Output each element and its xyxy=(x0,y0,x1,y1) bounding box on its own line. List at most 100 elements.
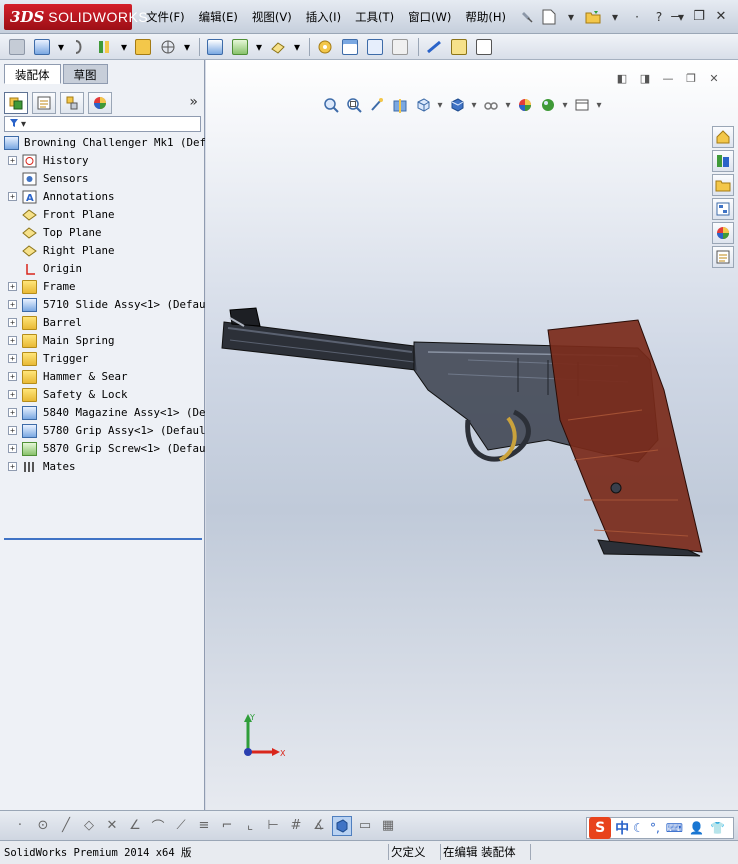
tree-item[interactable]: Sensors xyxy=(0,170,205,188)
propertymanager-icon[interactable] xyxy=(32,92,56,114)
zoom-to-area-icon[interactable] xyxy=(343,96,365,114)
clearance-verification-icon[interactable] xyxy=(448,37,470,57)
trim-icon[interactable]: ✕ xyxy=(102,816,122,836)
view-palette-icon[interactable] xyxy=(712,198,734,220)
dropdown-arrow-icon[interactable]: ▾ xyxy=(503,96,513,114)
graphics-area[interactable]: ◧ ◨ — ❐ ✕ ▾ ▾ ▾ ▾ ▾ Y X xyxy=(206,60,738,810)
expand-toggle-icon[interactable]: + xyxy=(8,318,17,327)
dropdown-arrow-icon[interactable]: ▾ xyxy=(560,6,582,28)
tree-item[interactable]: +5780 Grip Assy<1> (Default) xyxy=(0,422,205,440)
viewport-restore-icon[interactable]: ❐ xyxy=(681,70,701,86)
ime-user-icon[interactable]: 👤 xyxy=(689,821,704,835)
tree-item[interactable]: Top Plane xyxy=(0,224,205,242)
tree-item[interactable]: + Hammer & Sear xyxy=(0,368,205,386)
menu-file[interactable]: 文件(F) xyxy=(146,9,185,25)
grid-icon[interactable]: # xyxy=(286,816,306,836)
expand-toggle-icon[interactable]: + xyxy=(8,390,17,399)
configurationmanager-icon[interactable] xyxy=(60,92,84,114)
ime-keyboard-icon[interactable]: ⌨ xyxy=(666,821,683,835)
menu-edit[interactable]: 编辑(E) xyxy=(199,9,238,25)
viewport-close-icon[interactable]: ✕ xyxy=(704,70,724,86)
show-hidden-components-icon[interactable] xyxy=(204,37,226,57)
new-motion-study-icon[interactable] xyxy=(314,37,336,57)
tree-filter-input[interactable]: ▾ xyxy=(4,116,201,132)
expand-toggle-icon[interactable]: + xyxy=(8,192,17,201)
filter-dropdown-icon[interactable]: ▾ xyxy=(21,119,26,130)
new-document-icon[interactable] xyxy=(538,6,560,28)
rollback-bar[interactable] xyxy=(4,538,202,540)
layer-icon[interactable]: ▭ xyxy=(355,816,375,836)
ime-language-toggle[interactable]: 中 xyxy=(615,818,629,838)
tree-item[interactable]: + Mates xyxy=(0,458,205,476)
toolbar-options-icon[interactable]: · xyxy=(626,6,648,28)
expand-toggle-icon[interactable]: + xyxy=(8,156,17,165)
tree-item[interactable]: + Safety & Lock xyxy=(0,386,205,404)
polygon-icon[interactable]: ◇ xyxy=(79,816,99,836)
dropdown-arrow-icon[interactable]: ▾ xyxy=(254,37,264,57)
expand-toggle-icon[interactable]: + xyxy=(8,426,17,435)
tab-assembly[interactable]: 装配体 xyxy=(4,64,61,84)
convert-entities-icon[interactable]: ⌞ xyxy=(240,816,260,836)
tree-item[interactable]: Browning Challenger Mk1 (Defa xyxy=(0,134,205,152)
expand-toggle-icon[interactable]: + xyxy=(8,282,17,291)
expand-toggle-icon[interactable]: + xyxy=(8,462,17,471)
mate-icon[interactable] xyxy=(69,37,91,57)
hide-show-items-icon[interactable] xyxy=(480,96,502,114)
bill-of-materials-icon[interactable] xyxy=(339,37,361,57)
dropdown-arrow-icon[interactable]: ▾ xyxy=(594,96,604,114)
angle-icon[interactable]: ∠ xyxy=(125,816,145,836)
view-orientation-icon[interactable] xyxy=(412,96,434,114)
tree-item[interactable]: +5840 Magazine Assy<1> (Defa xyxy=(0,404,205,422)
smart-fasteners-icon[interactable] xyxy=(132,37,154,57)
close-icon[interactable]: ✕ xyxy=(710,7,732,25)
displaymanager-icon[interactable] xyxy=(88,92,112,114)
tree-item[interactable]: Right Plane xyxy=(0,242,205,260)
reference-geometry-icon[interactable] xyxy=(267,37,289,57)
interference-detection-icon[interactable] xyxy=(423,37,445,57)
menu-insert[interactable]: 插入(I) xyxy=(306,9,341,25)
view-settings-icon[interactable] xyxy=(571,96,593,114)
menu-tools[interactable]: 工具(T) xyxy=(355,9,394,25)
explode-line-sketch-icon[interactable] xyxy=(389,37,411,57)
zoom-to-fit-icon[interactable] xyxy=(320,96,342,114)
file-explorer-icon[interactable] xyxy=(712,174,734,196)
grip[interactable] xyxy=(547,319,703,553)
component-pattern-icon[interactable] xyxy=(94,37,116,57)
ime-punctuation-icon[interactable]: °, xyxy=(650,821,660,835)
chamfer-icon[interactable]: ⟋ xyxy=(171,816,191,836)
expand-toggle-icon[interactable]: + xyxy=(8,408,17,417)
edit-component-icon[interactable] xyxy=(6,37,28,57)
line-icon[interactable]: ╱ xyxy=(56,816,76,836)
tree-item[interactable]: +5870 Grip Screw<1> (Default xyxy=(0,440,205,458)
dropdown-arrow-icon[interactable]: ▾ xyxy=(469,96,479,114)
circle-icon[interactable]: ⊙ xyxy=(33,816,53,836)
dropdown-arrow-icon[interactable]: ▾ xyxy=(604,6,626,28)
tree-item[interactable]: + Frame xyxy=(0,278,205,296)
tree-item[interactable]: + A Annotations xyxy=(0,188,205,206)
edit-appearance-icon[interactable] xyxy=(514,96,536,114)
move-component-icon[interactable] xyxy=(157,37,179,57)
exploded-view-icon[interactable] xyxy=(364,37,386,57)
dropdown-arrow-icon[interactable]: ▾ xyxy=(119,37,129,57)
pistol-3d-model[interactable] xyxy=(218,300,708,560)
expand-toggle-icon[interactable]: + xyxy=(8,444,17,453)
table-icon[interactable]: ▦ xyxy=(378,816,398,836)
tree-item[interactable]: + History xyxy=(0,152,205,170)
previous-view-icon[interactable] xyxy=(366,96,388,114)
tree-item[interactable]: + Barrel xyxy=(0,314,205,332)
tree-item[interactable]: + Main Spring xyxy=(0,332,205,350)
dropdown-arrow-icon[interactable]: ▾ xyxy=(560,96,570,114)
fillet-icon[interactable]: ⌒ xyxy=(148,816,168,836)
sketch-angle-icon[interactable]: ∡ xyxy=(309,816,329,836)
tree-item[interactable]: + Trigger xyxy=(0,350,205,368)
expand-toggle-icon[interactable]: + xyxy=(8,336,17,345)
tree-item[interactable]: Origin xyxy=(0,260,205,278)
pin-icon[interactable] xyxy=(516,6,538,28)
point-icon[interactable]: · xyxy=(10,816,30,836)
solidworks-logo[interactable]: 3DS SOLIDWORKS xyxy=(4,4,148,30)
dropdown-arrow-icon[interactable]: ▾ xyxy=(56,37,66,57)
expand-panel-chevron-icon[interactable]: » xyxy=(189,94,198,110)
barrel[interactable] xyxy=(221,307,417,371)
instant3d-icon[interactable] xyxy=(473,37,495,57)
design-library-icon[interactable] xyxy=(712,150,734,172)
